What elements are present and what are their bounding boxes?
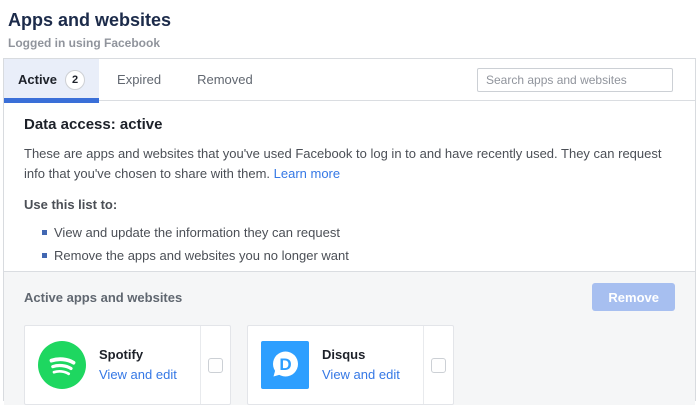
- tab-active[interactable]: Active 2: [4, 59, 99, 100]
- card-text: Spotify View and edit: [99, 347, 177, 384]
- tab-expired[interactable]: Expired: [99, 59, 179, 100]
- page-title: Apps and websites: [8, 9, 700, 31]
- tab-removed[interactable]: Removed: [179, 59, 271, 100]
- active-count-badge: 2: [65, 70, 85, 90]
- app-cards-row: Spotify View and edit D: [24, 325, 675, 405]
- tab-removed-label: Removed: [197, 72, 253, 87]
- list-intro: Use this list to:: [24, 197, 675, 212]
- disqus-icon: D: [261, 341, 309, 389]
- checkbox-column: [423, 326, 453, 404]
- remove-button[interactable]: Remove: [592, 283, 675, 311]
- page-subtitle: Logged in using Facebook: [8, 36, 700, 50]
- list-item: Remove the apps and websites you no long…: [42, 244, 675, 267]
- active-apps-heading: Active apps and websites: [24, 290, 182, 305]
- tab-active-label: Active: [18, 72, 57, 87]
- page-header: Apps and websites Logged in using Facebo…: [0, 0, 700, 50]
- data-access-heading: Data access: active: [24, 116, 675, 133]
- spotify-icon: [38, 341, 86, 389]
- checkbox-column: [200, 326, 230, 404]
- data-access-section: Data access: active These are apps and w…: [4, 101, 695, 271]
- tab-expired-label: Expired: [117, 72, 161, 87]
- card-main: Spotify View and edit: [25, 326, 200, 404]
- list-item: View and update the information they can…: [42, 221, 675, 244]
- card-main: D Disqus View and edit: [248, 326, 423, 404]
- active-apps-header: Active apps and websites Remove: [24, 282, 675, 312]
- svg-text:D: D: [279, 355, 291, 374]
- view-and-edit-link[interactable]: View and edit: [99, 367, 177, 382]
- description-text: These are apps and websites that you've …: [24, 146, 661, 181]
- view-and-edit-link[interactable]: View and edit: [322, 367, 400, 382]
- app-checkbox[interactable]: [431, 358, 446, 373]
- app-checkbox[interactable]: [208, 358, 223, 373]
- search-input[interactable]: [477, 68, 673, 92]
- apps-panel: Active 2 Expired Removed Data access: ac…: [3, 58, 696, 401]
- data-access-description: These are apps and websites that you've …: [24, 144, 674, 184]
- app-name: Spotify: [99, 347, 177, 362]
- app-card-disqus: D Disqus View and edit: [247, 325, 454, 405]
- tab-bar: Active 2 Expired Removed: [4, 59, 695, 101]
- app-name: Disqus: [322, 347, 400, 362]
- app-card-spotify: Spotify View and edit: [24, 325, 231, 405]
- active-apps-section: Active apps and websites Remove Spo: [4, 271, 695, 405]
- usage-list: View and update the information they can…: [24, 221, 675, 267]
- card-text: Disqus View and edit: [322, 347, 400, 384]
- learn-more-link[interactable]: Learn more: [274, 166, 340, 181]
